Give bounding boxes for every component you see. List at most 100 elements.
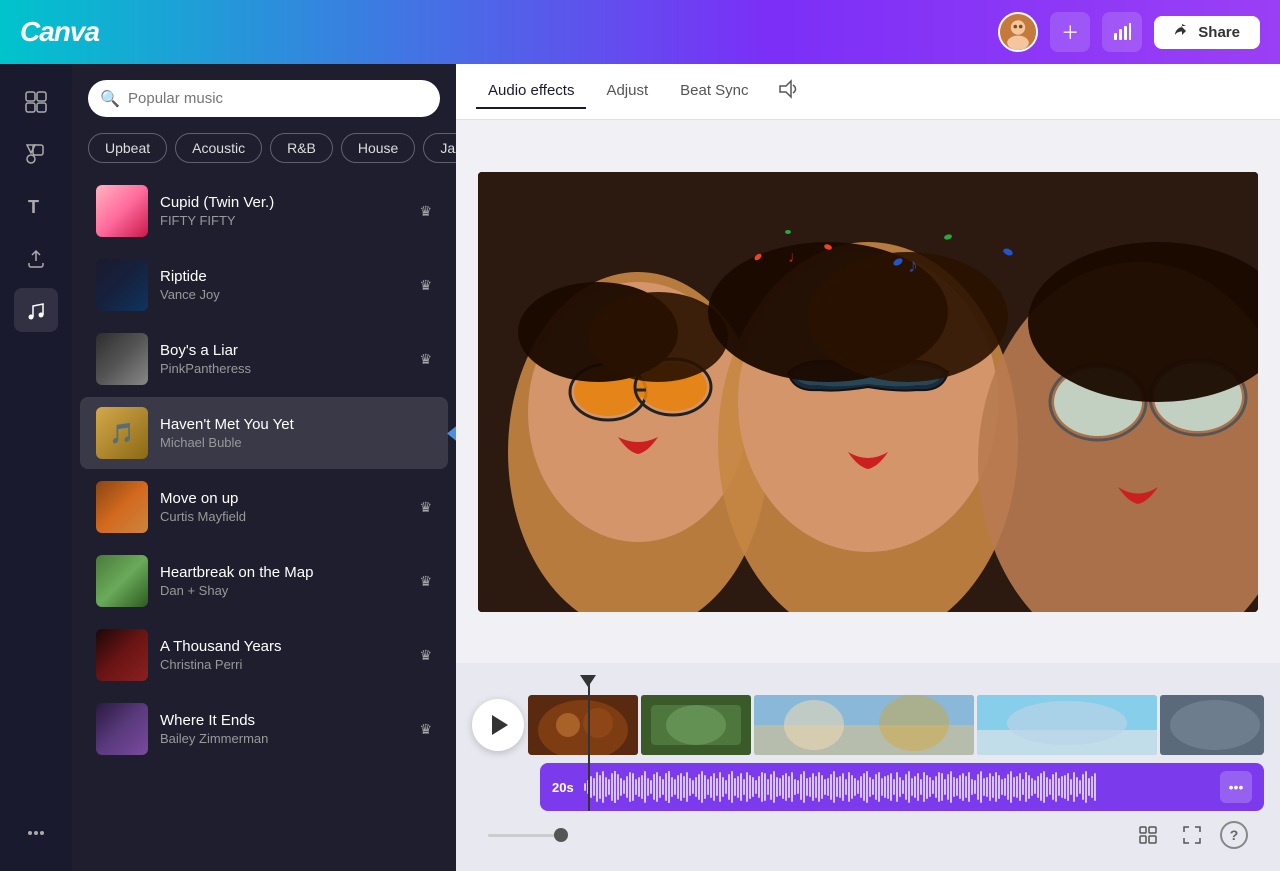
- avatar[interactable]: [998, 12, 1038, 52]
- wave-bar: [617, 774, 619, 800]
- song-artist-heartbreak: Dan + Shay: [160, 583, 407, 598]
- wave-bar: [815, 776, 817, 798]
- crown-icon-heartbreak: ♛: [419, 573, 432, 590]
- wave-bar: [893, 779, 895, 795]
- film-strip: [528, 695, 1264, 755]
- wave-bar: [881, 778, 883, 796]
- wave-bar: [659, 776, 661, 798]
- wave-bar: [845, 779, 847, 795]
- wave-bar: [965, 776, 967, 798]
- wave-bar: [761, 772, 763, 802]
- wave-bar: [758, 776, 760, 798]
- wave-bar: [1064, 775, 1066, 799]
- song-item-boys[interactable]: Boy's a Liar PinkPantheress ♛: [80, 323, 448, 395]
- song-artist-riptide: Vance Joy: [160, 287, 407, 302]
- song-list: Cupid (Twin Ver.) FIFTY FIFTY ♛ Riptide …: [72, 175, 456, 871]
- analytics-button[interactable]: [1102, 12, 1142, 52]
- wave-bar: [614, 771, 616, 803]
- zoom-slider[interactable]: [488, 834, 568, 837]
- wave-bar: [683, 776, 685, 798]
- wave-bar: [1073, 772, 1075, 802]
- wave-bar: [887, 775, 889, 799]
- zoom-handle[interactable]: [554, 828, 568, 842]
- wave-bar: [1061, 776, 1063, 798]
- wave-bar: [980, 771, 982, 803]
- wave-bar: [587, 780, 589, 794]
- tab-audio-effects[interactable]: Audio effects: [476, 74, 586, 109]
- wave-bar: [638, 777, 640, 797]
- sidebar-item-layout[interactable]: [14, 80, 58, 124]
- filter-house[interactable]: House: [341, 133, 415, 163]
- wave-bar: [806, 778, 808, 796]
- song-item-thousand[interactable]: A Thousand Years Christina Perri ♛: [80, 619, 448, 691]
- sidebar-item-upload[interactable]: [14, 236, 58, 280]
- wave-bar: [833, 771, 835, 803]
- song-item-havent[interactable]: 🎵 Haven't Met You Yet Michael Buble Char…: [80, 397, 448, 469]
- song-thumb-boys: [96, 333, 148, 385]
- sidebar-item-elements[interactable]: [14, 132, 58, 176]
- right-panel: Audio effects Adjust Beat Sync: [456, 64, 1280, 871]
- wave-bar: [1079, 780, 1081, 794]
- song-item-cupid[interactable]: Cupid (Twin Ver.) FIFTY FIFTY ♛: [80, 175, 448, 247]
- wave-bar: [977, 774, 979, 800]
- wave-bar: [950, 771, 952, 803]
- wave-bar: [911, 778, 913, 796]
- share-button[interactable]: Share: [1154, 16, 1260, 49]
- wave-bar: [878, 772, 880, 802]
- main-layout: T 🔍: [0, 64, 1280, 871]
- waveform: [584, 771, 1220, 803]
- audio-more-button[interactable]: •••: [1220, 771, 1252, 803]
- search-input[interactable]: [88, 80, 440, 117]
- song-item-move[interactable]: Move on up Curtis Mayfield ♛: [80, 471, 448, 543]
- wave-bar: [704, 775, 706, 799]
- wave-bar: [731, 771, 733, 803]
- filter-upbeat[interactable]: Upbeat: [88, 133, 167, 163]
- help-button[interactable]: ?: [1220, 821, 1248, 849]
- song-item-where[interactable]: Where It Ends Bailey Zimmerman ♛: [80, 693, 448, 765]
- wave-bar: [803, 771, 805, 803]
- wave-bar: [668, 771, 670, 803]
- song-item-heartbreak[interactable]: Heartbreak on the Map Dan + Shay ♛: [80, 545, 448, 617]
- add-button[interactable]: ＋: [1050, 12, 1090, 52]
- filter-acoustic[interactable]: Acoustic: [175, 133, 262, 163]
- tab-bar: Audio effects Adjust Beat Sync: [456, 64, 1280, 120]
- wave-bar: [857, 780, 859, 794]
- grid-view-button[interactable]: [1132, 819, 1164, 851]
- wave-bar: [1085, 771, 1087, 803]
- wave-bar: [830, 774, 832, 800]
- sidebar-item-more[interactable]: [14, 811, 58, 855]
- wave-bar: [689, 778, 691, 796]
- wave-bar: [746, 772, 748, 802]
- wave-bar: [875, 774, 877, 800]
- wave-bar: [914, 776, 916, 798]
- filter-rnb[interactable]: R&B: [270, 133, 333, 163]
- wave-bar: [734, 778, 736, 796]
- wave-bar: [917, 773, 919, 801]
- bottom-controls: ?: [472, 811, 1264, 859]
- crown-icon-thousand: ♛: [419, 647, 432, 664]
- wave-bar: [1007, 774, 1009, 800]
- wave-bar: [728, 774, 730, 800]
- wave-bar: [686, 772, 688, 802]
- sidebar-item-music[interactable]: [14, 288, 58, 332]
- wave-bar: [1004, 778, 1006, 796]
- tab-beat-sync[interactable]: Beat Sync: [668, 74, 760, 109]
- song-item-riptide[interactable]: Riptide Vance Joy ♛: [80, 249, 448, 321]
- play-button[interactable]: [472, 699, 524, 751]
- wave-bar: [872, 779, 874, 795]
- wave-bar: [1025, 772, 1027, 802]
- volume-icon[interactable]: [777, 78, 799, 105]
- wave-bar: [983, 778, 985, 796]
- wave-bar: [896, 772, 898, 802]
- expand-button[interactable]: [1176, 819, 1208, 851]
- filter-jazz[interactable]: Jazz: [423, 133, 456, 163]
- wave-bar: [602, 771, 604, 803]
- song-thumb-heartbreak: [96, 555, 148, 607]
- tab-adjust[interactable]: Adjust: [594, 74, 660, 109]
- wave-bar: [713, 773, 715, 801]
- svg-text:♪: ♪: [908, 255, 918, 277]
- wave-bar: [827, 778, 829, 796]
- wave-bar: [1037, 776, 1039, 798]
- sidebar-item-text[interactable]: T: [14, 184, 58, 228]
- wave-bar: [623, 780, 625, 794]
